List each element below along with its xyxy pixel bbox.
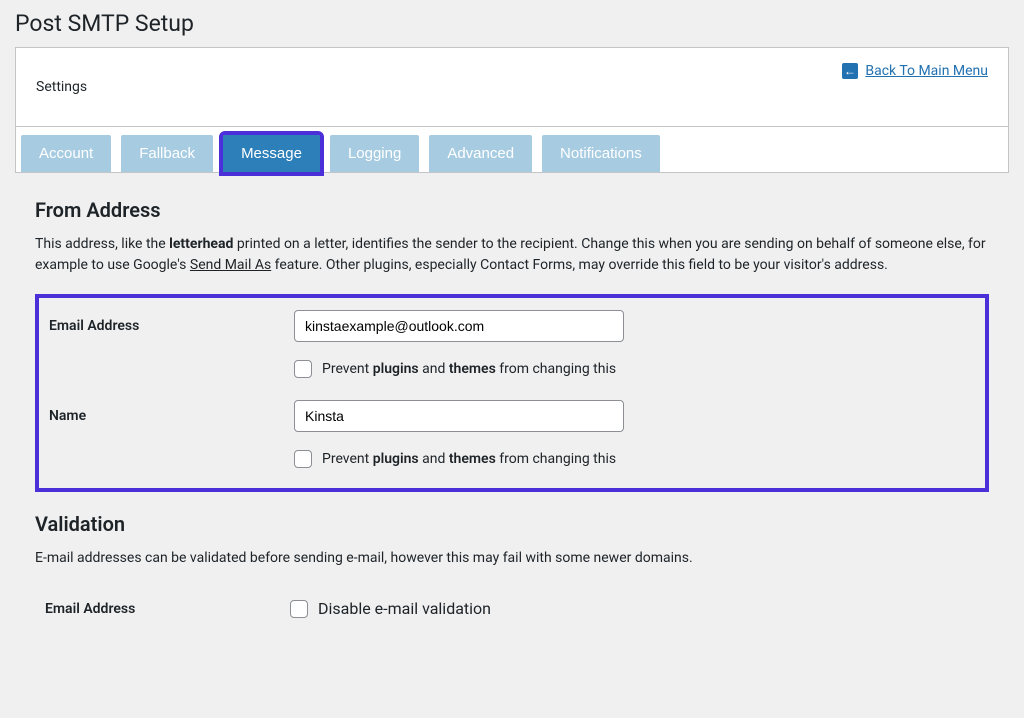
page-title: Post SMTP Setup — [15, 10, 1009, 37]
prevent-email-row: Prevent plugins and themes from changing… — [294, 360, 975, 378]
tab-notifications[interactable]: Notifications — [542, 135, 660, 172]
content-area: From Address This address, like the lett… — [15, 173, 1009, 632]
tab-message[interactable]: Message — [223, 135, 320, 172]
prevent-email-checkbox[interactable] — [294, 360, 312, 378]
desc-text: feature. Other plugins, especially Conta… — [271, 257, 888, 273]
validation-heading: Validation — [35, 512, 989, 536]
prevent-email-label: Prevent plugins and themes from changing… — [322, 361, 616, 377]
back-to-main-link[interactable]: Back To Main Menu — [865, 63, 988, 79]
tab-logging[interactable]: Logging — [330, 135, 419, 172]
from-address-description: This address, like the letterhead printe… — [35, 234, 989, 276]
name-input[interactable] — [294, 400, 624, 432]
validation-email-row: Email Address Disable e-mail validation — [45, 599, 979, 618]
name-label: Name — [49, 408, 294, 424]
name-row: Name — [49, 400, 975, 432]
email-address-input[interactable] — [294, 310, 624, 342]
desc-text: This address, like the — [35, 236, 169, 252]
settings-panel: Settings Back To Main Menu — [15, 47, 1009, 127]
email-row: Email Address — [49, 310, 975, 342]
validation-description: E-mail addresses can be validated before… — [35, 548, 989, 569]
back-link-container: Back To Main Menu — [842, 63, 988, 79]
tab-advanced[interactable]: Advanced — [429, 135, 532, 172]
tab-account[interactable]: Account — [21, 135, 111, 172]
from-address-fields: Email Address Prevent plugins and themes… — [35, 294, 989, 492]
settings-label: Settings — [36, 79, 87, 95]
prevent-name-label: Prevent plugins and themes from changing… — [322, 451, 616, 467]
arrow-left-icon — [842, 63, 858, 79]
prevent-name-row: Prevent plugins and themes from changing… — [294, 450, 975, 468]
validation-email-label: Email Address — [45, 601, 290, 617]
tabs-row: Account Fallback Message Logging Advance… — [15, 127, 1009, 173]
validation-fields: Email Address Disable e-mail validation — [35, 587, 989, 632]
disable-validation-checkbox[interactable] — [290, 600, 308, 618]
disable-validation-label: Disable e-mail validation — [318, 599, 491, 618]
email-label: Email Address — [49, 318, 294, 334]
tab-fallback[interactable]: Fallback — [121, 135, 213, 172]
desc-bold: letterhead — [169, 236, 233, 252]
send-mail-as-link[interactable]: Send Mail As — [190, 257, 271, 273]
prevent-name-checkbox[interactable] — [294, 450, 312, 468]
from-address-heading: From Address — [35, 198, 989, 222]
